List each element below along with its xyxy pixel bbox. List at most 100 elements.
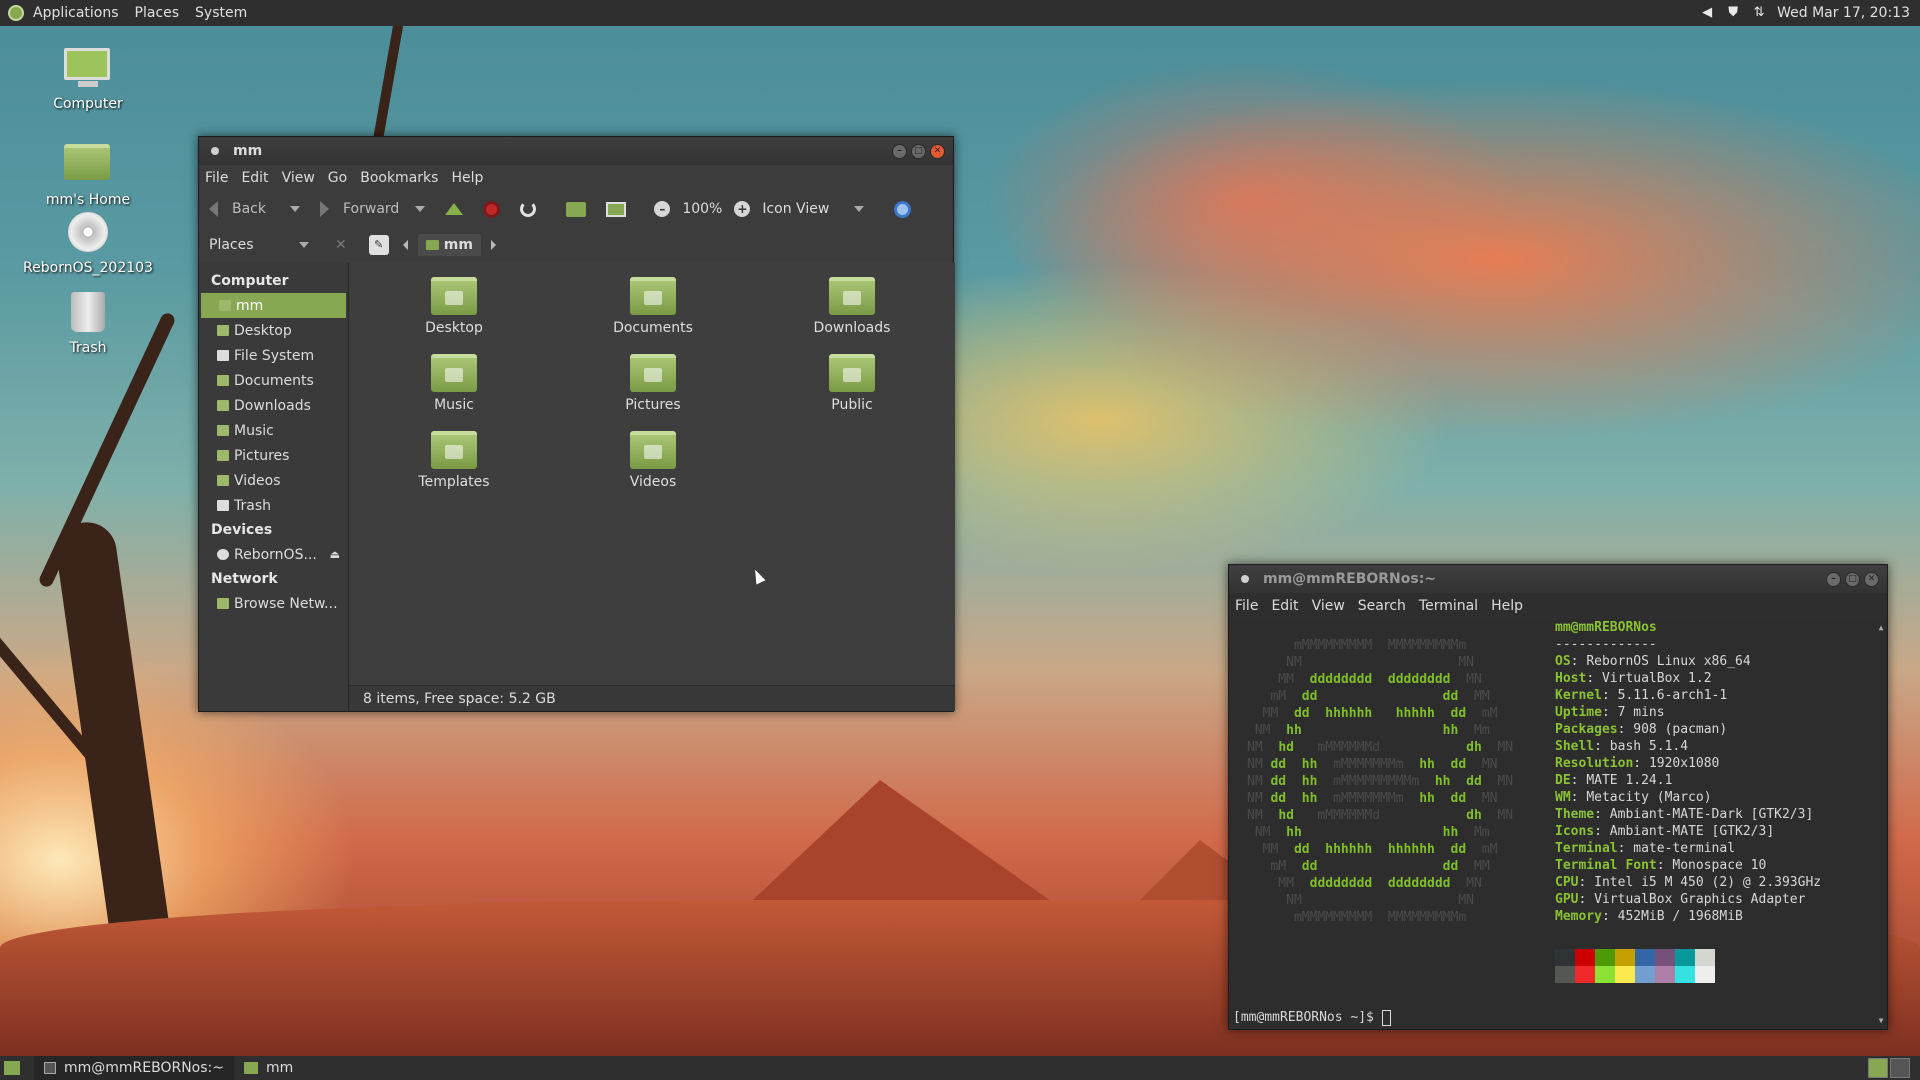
- maximize-button[interactable]: □: [1845, 571, 1860, 587]
- workspace-2[interactable]: [1890, 1058, 1910, 1078]
- home-folder-icon: [64, 144, 112, 188]
- scroll-up-icon[interactable]: ▲: [1877, 619, 1885, 636]
- forward-history-dropdown[interactable]: [415, 206, 426, 212]
- menu-help[interactable]: Help: [1491, 598, 1523, 614]
- edit-location-icon[interactable]: ✎: [368, 235, 389, 255]
- close-button[interactable]: ✕: [1864, 571, 1879, 587]
- mate-logo-icon[interactable]: [8, 5, 24, 21]
- menu-edit[interactable]: Edit: [241, 170, 268, 186]
- menu-file[interactable]: File: [1235, 598, 1258, 614]
- forward-button[interactable]: Forward: [320, 201, 399, 217]
- file-item-templates[interactable]: Templates: [379, 431, 529, 490]
- menu-file[interactable]: File: [205, 170, 228, 186]
- file-item-desktop[interactable]: Desktop: [379, 277, 529, 336]
- menu-bookmarks[interactable]: Bookmarks: [360, 170, 438, 186]
- computer-icon[interactable]: [606, 201, 627, 217]
- terminal-output[interactable]: mMMMMMMMMM MMMMMMMMMm NM MN MM dddddddd …: [1229, 619, 1887, 1029]
- zoom-in-icon[interactable]: +: [734, 201, 751, 217]
- sidebar-item-downloads[interactable]: Downloads: [199, 393, 348, 418]
- sidebar-item-documents[interactable]: Documents: [199, 368, 348, 393]
- minimize-button[interactable]: –: [1826, 571, 1841, 587]
- file-item-pictures[interactable]: Pictures: [578, 354, 728, 413]
- desktop-icon-disc[interactable]: RebornOS_202103: [23, 212, 153, 276]
- volume-icon[interactable]: ◀: [1699, 5, 1715, 21]
- file-icon-view[interactable]: Desktop Documents Downloads Music Pictur…: [349, 263, 955, 711]
- shield-icon[interactable]: ⛊: [1725, 5, 1741, 21]
- clock[interactable]: Wed Mar 17, 20:13: [1777, 5, 1910, 21]
- file-item-downloads[interactable]: Downloads: [777, 277, 927, 336]
- maximize-button[interactable]: □: [911, 143, 926, 159]
- file-manager-menubar: File Edit View Go Bookmarks Help: [199, 165, 953, 191]
- system-menu[interactable]: System: [195, 5, 247, 21]
- places-menu[interactable]: Places: [135, 5, 180, 21]
- file-manager-titlebar[interactable]: mm – □ ✕: [199, 137, 953, 165]
- home-folder-icon[interactable]: [566, 201, 587, 217]
- close-sidebar-icon[interactable]: ✕: [335, 237, 347, 253]
- menu-edit[interactable]: Edit: [1271, 598, 1298, 614]
- sidebar-item-videos[interactable]: Videos: [199, 468, 348, 493]
- file-item-documents[interactable]: Documents: [578, 277, 728, 336]
- palette-swatch: [1615, 966, 1635, 983]
- sidebar-item-pictures[interactable]: Pictures: [199, 443, 348, 468]
- workspace-1[interactable]: [1868, 1058, 1888, 1078]
- sidebar-item-browse-network[interactable]: Browse Netw...: [199, 591, 348, 616]
- back-button[interactable]: Back: [209, 201, 266, 217]
- menu-view[interactable]: View: [282, 170, 315, 186]
- sidebar-item-label: Trash: [234, 497, 271, 514]
- breadcrumb-left-icon[interactable]: [402, 240, 408, 250]
- menu-go[interactable]: Go: [328, 170, 347, 186]
- applications-menu[interactable]: Applications: [33, 5, 119, 21]
- info-value: Monospace 10: [1672, 858, 1767, 873]
- search-icon[interactable]: [894, 200, 912, 218]
- taskbar-item-file-manager[interactable]: mm: [234, 1056, 303, 1080]
- view-mode-select[interactable]: Icon View: [756, 197, 870, 221]
- info-key: Shell: [1555, 739, 1595, 754]
- terminal-scrollbar[interactable]: ▲ ▼: [1877, 619, 1885, 1029]
- minimize-button[interactable]: –: [892, 143, 907, 159]
- close-button[interactable]: ✕: [930, 143, 945, 159]
- terminal-titlebar[interactable]: mm@mmREBORNos:~ – □ ✕: [1229, 565, 1887, 593]
- file-item-music[interactable]: Music: [379, 354, 529, 413]
- menu-terminal[interactable]: Terminal: [1419, 598, 1478, 614]
- zoom-out-icon[interactable]: –: [654, 201, 671, 217]
- taskbar-item-terminal[interactable]: mm@mmREBORNos:~: [34, 1056, 234, 1080]
- folder-icon: [244, 1062, 258, 1074]
- palette-swatch: [1595, 966, 1615, 983]
- desktop-icon-computer[interactable]: Computer: [23, 48, 153, 112]
- eject-icon[interactable]: ⏏: [330, 548, 340, 561]
- network-icon[interactable]: ⇅: [1751, 5, 1767, 21]
- up-arrow-icon[interactable]: [445, 203, 464, 215]
- terminal-menubar: File Edit View Search Terminal Help: [1229, 593, 1887, 619]
- scroll-down-icon[interactable]: ▼: [1877, 1012, 1885, 1029]
- info-key: Icons: [1555, 824, 1595, 839]
- forward-label: Forward: [343, 201, 400, 217]
- breadcrumb-right-icon[interactable]: [490, 240, 496, 250]
- stop-icon[interactable]: [483, 200, 501, 218]
- menu-view[interactable]: View: [1312, 598, 1345, 614]
- sidebar-item-file-system[interactable]: File System: [199, 343, 348, 368]
- sidebar-item-desktop[interactable]: Desktop: [199, 318, 348, 343]
- breadcrumb-item-mm[interactable]: mm: [417, 234, 481, 256]
- window-menu-icon[interactable]: [1241, 575, 1249, 583]
- window-menu-icon[interactable]: [211, 147, 219, 155]
- sidebar-item-rebornos-device[interactable]: RebornOS... ⏏: [199, 542, 348, 567]
- show-desktop-icon[interactable]: [4, 1061, 20, 1075]
- shell-prompt[interactable]: [mm@mmREBORNos ~]$: [1233, 1009, 1391, 1026]
- menu-search[interactable]: Search: [1358, 598, 1406, 614]
- desktop-icon-home[interactable]: mm's Home: [23, 138, 153, 208]
- back-history-dropdown[interactable]: [290, 206, 300, 212]
- sidebar-item-music[interactable]: Music: [199, 418, 348, 443]
- info-key: OS: [1555, 654, 1571, 669]
- workspace-switcher[interactable]: [1868, 1058, 1910, 1078]
- palette-swatch: [1555, 966, 1575, 983]
- palette-swatch: [1655, 949, 1675, 966]
- reload-icon[interactable]: [520, 201, 537, 217]
- menu-help[interactable]: Help: [451, 170, 483, 186]
- desktop-icon-trash[interactable]: Trash: [23, 292, 153, 356]
- file-item-videos[interactable]: Videos: [578, 431, 728, 490]
- sidebar-item-trash[interactable]: Trash: [199, 493, 348, 518]
- palette-swatch: [1575, 966, 1595, 983]
- file-item-public[interactable]: Public: [777, 354, 927, 413]
- sidebar-type-select[interactable]: Places: [209, 237, 309, 253]
- sidebar-item-mm[interactable]: mm: [201, 293, 346, 318]
